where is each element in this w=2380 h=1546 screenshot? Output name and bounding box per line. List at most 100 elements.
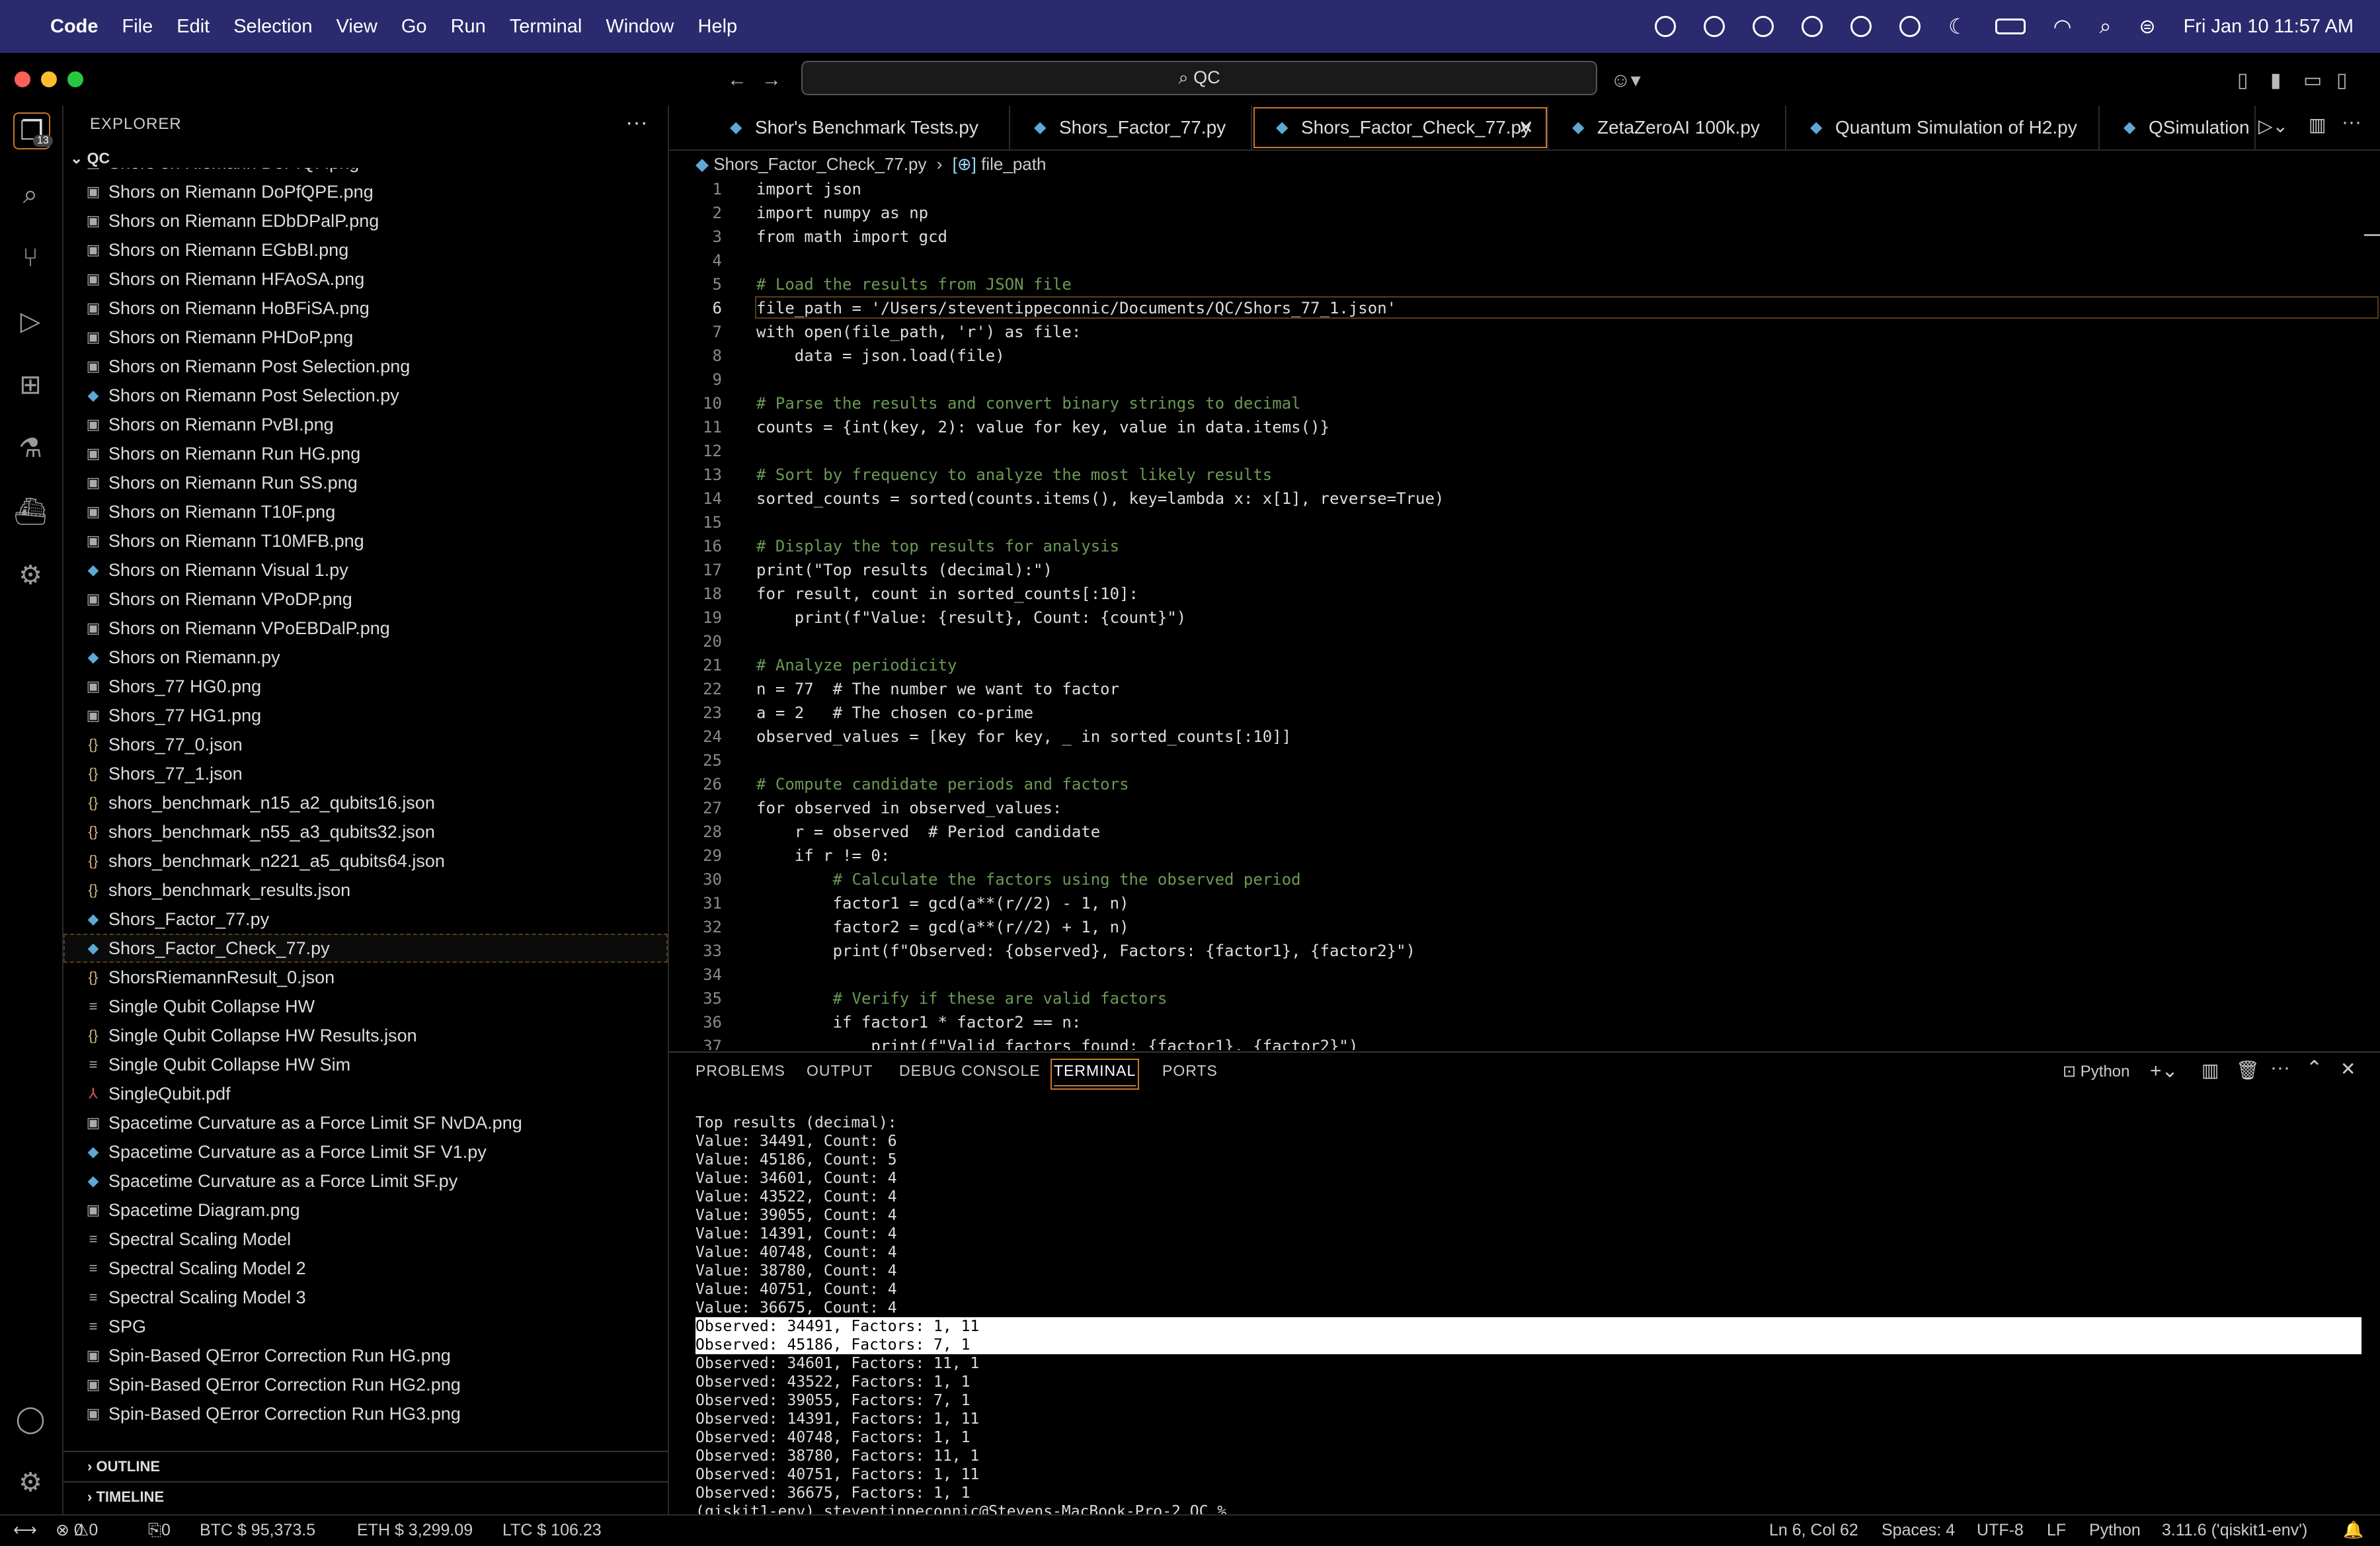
- file-item[interactable]: ▣ Spacetime Curvature as a Force Limit SF…: [63, 1108, 668, 1137]
- menu-help[interactable]: Help: [698, 16, 738, 38]
- file-item[interactable]: ◆ Shors on Riemann.py: [63, 643, 668, 672]
- menu-go[interactable]: Go: [401, 16, 427, 38]
- split-editor-icon[interactable]: ▥: [2309, 114, 2326, 136]
- timeline-section[interactable]: › TIMELINE: [63, 1481, 668, 1510]
- file-item[interactable]: ▣ Shors_77 HG0.png: [63, 672, 668, 701]
- tab-qsimulation[interactable]: ◆ QSimulation of: [2100, 106, 2256, 149]
- menu-file[interactable]: File: [122, 16, 153, 38]
- tab-output[interactable]: OUTPUT: [807, 1062, 873, 1080]
- menu-view[interactable]: View: [337, 16, 377, 38]
- menu-window[interactable]: Window: [606, 16, 674, 38]
- more-actions-icon[interactable]: ···: [2342, 111, 2361, 134]
- file-item[interactable]: ▣ Spin-Based QError Correction Run HG.png: [63, 1341, 668, 1370]
- file-item[interactable]: {} shors_benchmark_n221_a5_qubits64.json: [63, 846, 668, 875]
- cursor-position[interactable]: Ln 6, Col 62: [1769, 1516, 1858, 1545]
- file-item[interactable]: ◆ Spacetime Curvature as a Force Limit SF…: [63, 1137, 668, 1166]
- settings-gear-icon[interactable]: ⚙: [13, 1465, 48, 1500]
- tab-ports[interactable]: PORTS: [1162, 1062, 1218, 1080]
- run-debug-icon[interactable]: ▷: [13, 304, 48, 339]
- file-item[interactable]: {} Shors_77_1.json: [63, 759, 668, 788]
- file-item[interactable]: ▣ Shors on Riemann Run HG.png: [63, 439, 668, 468]
- forward-arrow-icon[interactable]: →: [762, 69, 781, 91]
- more-actions-icon[interactable]: ···: [625, 110, 648, 136]
- file-item[interactable]: ▣ Shors on Riemann PHDoP.png: [63, 323, 668, 352]
- toggle-sidebar-icon[interactable]: ▮: [2270, 69, 2281, 92]
- breadcrumb-file[interactable]: Shors_Factor_Check_77.py: [713, 154, 926, 174]
- file-item[interactable]: ⅄ SingleQubit.pdf: [63, 1079, 668, 1108]
- file-item[interactable]: {} shors_benchmark_n15_a2_qubits16.json: [63, 788, 668, 817]
- extension-icon[interactable]: [1654, 16, 1676, 37]
- play-icon[interactable]: [1899, 16, 1921, 37]
- docker-icon[interactable]: ⛴: [13, 495, 48, 529]
- menu-terminal[interactable]: Terminal: [510, 16, 582, 38]
- tab-quantum-simulation-h2[interactable]: ◆ Quantum Simulation of H2.py: [1786, 106, 2100, 149]
- network-icon[interactable]: [1752, 16, 1774, 37]
- control-center-icon[interactable]: ⊜: [2139, 15, 2155, 38]
- file-item[interactable]: {} shors_benchmark_results.json: [63, 875, 668, 905]
- close-tab-icon[interactable]: ✕: [1519, 106, 1534, 149]
- menubar-clock[interactable]: Fri Jan 10 11:57 AM: [2184, 16, 2354, 38]
- notifications-bell-icon[interactable]: 🔔: [2343, 1516, 2363, 1545]
- tab-problems[interactable]: PROBLEMS: [695, 1062, 785, 1080]
- vpn-icon[interactable]: [1703, 16, 1725, 37]
- encoding[interactable]: UTF-8: [1977, 1516, 2024, 1545]
- extensions-icon[interactable]: ⊞: [13, 368, 48, 402]
- terminal-shell-selector[interactable]: ⊡ Python: [2063, 1062, 2130, 1081]
- menu-run[interactable]: Run: [451, 16, 486, 38]
- file-item[interactable]: ▣ Shors_77 HG1.png: [63, 701, 668, 730]
- remote-explorer-icon[interactable]: ⚙: [13, 558, 48, 592]
- file-item[interactable]: ▣ Shors on Riemann HoBFiSA.png: [63, 294, 668, 323]
- close-panel-icon[interactable]: ✕: [2340, 1058, 2356, 1080]
- tab-debug-console[interactable]: DEBUG CONSOLE: [899, 1062, 1041, 1080]
- wifi-icon[interactable]: ◠: [2053, 14, 2072, 39]
- file-item[interactable]: ≡ Single Qubit Collapse HW Sim: [63, 1050, 668, 1079]
- source-control-icon[interactable]: ⑂: [13, 241, 48, 275]
- file-item[interactable]: {} ShorsRiemannResult_0.json: [63, 963, 668, 992]
- file-item[interactable]: ▣ Shors on Riemann VPoEBDalP.png: [63, 614, 668, 643]
- close-window-button[interactable]: [15, 71, 30, 87]
- python-interpreter[interactable]: 3.11.6 ('qiskit1-env'): [2162, 1516, 2307, 1545]
- file-item[interactable]: {} Shors_77_0.json: [63, 730, 668, 759]
- line-ending[interactable]: LF: [2047, 1516, 2066, 1545]
- file-item[interactable]: ◆ Shors_Factor_77.py: [63, 905, 668, 934]
- file-item[interactable]: ▣ Shors on Riemann DoPfQP.png: [63, 168, 668, 177]
- indentation[interactable]: Spaces: 4: [1882, 1516, 1955, 1545]
- remote-indicator-icon[interactable]: ⟷: [13, 1516, 37, 1545]
- file-item[interactable]: {} shors_benchmark_n55_a3_qubits32.json: [63, 817, 668, 846]
- file-item[interactable]: ≡ Spectral Scaling Model: [63, 1225, 668, 1254]
- account-icon[interactable]: ◯: [13, 1402, 48, 1436]
- file-item[interactable]: ▣ Shors on Riemann Post Selection.png: [63, 352, 668, 381]
- file-item[interactable]: ▣ Shors on Riemann EGbBI.png: [63, 235, 668, 264]
- file-item[interactable]: ▣ Shors on Riemann PvBI.png: [63, 410, 668, 439]
- ltc-ticker[interactable]: LTC $ 106.23: [502, 1516, 602, 1545]
- file-item[interactable]: ▣ Shors on Riemann DoPfQPE.png: [63, 177, 668, 206]
- file-item[interactable]: ▣ Spin-Based QError Correction Run HG3.pn…: [63, 1399, 668, 1428]
- file-item[interactable]: ◆ Shors_Factor_Check_77.py: [63, 934, 668, 963]
- eth-ticker[interactable]: ETH $ 3,299.09: [357, 1516, 473, 1545]
- maximize-panel-icon[interactable]: ⌃: [2306, 1057, 2322, 1080]
- battery-icon[interactable]: [1995, 19, 2026, 34]
- file-item[interactable]: ≡ Spectral Scaling Model 3: [63, 1283, 668, 1312]
- file-item[interactable]: ▣ Spin-Based QError Correction Run HG2.pn…: [63, 1370, 668, 1399]
- back-arrow-icon[interactable]: ←: [727, 69, 747, 91]
- toggle-panel-icon[interactable]: ▭: [2303, 69, 2322, 92]
- new-terminal-icon[interactable]: +⌄: [2150, 1059, 2178, 1082]
- file-item[interactable]: ◆ Shors on Riemann Visual 1.py: [63, 555, 668, 585]
- app-menu[interactable]: Code: [50, 16, 99, 38]
- folder-root[interactable]: ⌄ QC: [70, 149, 110, 167]
- file-item[interactable]: ◆ Shors on Riemann Post Selection.py: [63, 381, 668, 410]
- file-item[interactable]: ◆ Spacetime Curvature as a Force Limit SF…: [63, 1166, 668, 1196]
- file-item[interactable]: ◆Spin-Based QError Correction.py: [63, 1428, 668, 1431]
- split-terminal-icon[interactable]: ▥: [2202, 1059, 2219, 1081]
- file-item[interactable]: ▣ Shors on Riemann HFAoSA.png: [63, 264, 668, 294]
- search-icon[interactable]: ⌕: [13, 177, 48, 212]
- file-item[interactable]: ≡ SPG: [63, 1312, 668, 1341]
- toggle-secondary-sidebar-icon[interactable]: ▯: [2336, 69, 2348, 92]
- tab-shors-factor-check-77[interactable]: ◆ Shors_Factor_Check_77.py ✕: [1252, 106, 1548, 149]
- file-item[interactable]: ▣ Shors on Riemann EDbDPalP.png: [63, 206, 668, 235]
- language-mode[interactable]: Python: [2089, 1516, 2141, 1545]
- file-item[interactable]: ≡ Spectral Scaling Model 2: [63, 1254, 668, 1283]
- breadcrumb-symbol[interactable]: file_path: [981, 154, 1046, 174]
- file-item[interactable]: ▣ Shors on Riemann T10MFB.png: [63, 526, 668, 555]
- run-python-icon[interactable]: ▷⌄: [2258, 115, 2288, 137]
